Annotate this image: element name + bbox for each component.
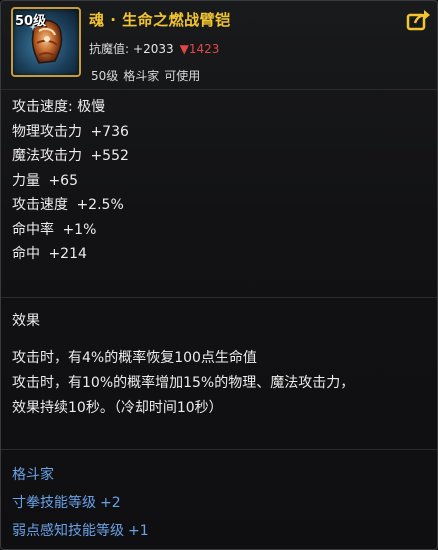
stat-row: 力量 +65: [12, 169, 129, 194]
tooltip-header: 50级 魂 · 生命之燃战臂铠 抗魔值: +2033 ▼1423 50级 格斗家…: [1, 1, 437, 89]
divider: [1, 449, 437, 450]
resist-delta: ▼1423: [179, 42, 220, 56]
stat-row: 命中率 +1%: [12, 218, 129, 243]
stat-label: 力量: [12, 172, 40, 189]
resist-row: 抗魔值: +2033 ▼1423: [89, 40, 219, 57]
stat-label: 物理攻击力: [12, 123, 82, 140]
divider: [1, 297, 437, 298]
stat-label: 命中率: [12, 221, 54, 238]
stat-value: 极慢: [77, 99, 106, 115]
resist-label: 抗魔值:: [89, 42, 130, 56]
stat-label: 攻击速度: [12, 197, 68, 213]
skill-class-title: 格斗家: [12, 467, 54, 483]
effects-title: 效果: [12, 313, 40, 329]
share-button[interactable]: [405, 9, 431, 33]
effect-line: 攻击时，有4%的概率恢复100点生命值: [12, 350, 257, 366]
divider: [1, 89, 437, 90]
skills-list: 格斗家 寸拳技能等级 +2 弱点感知技能等级 +1: [12, 461, 149, 545]
stats-list: 攻击速度: 极慢 物理攻击力 +736 魔法攻击力 +552 力量 +65 攻击…: [12, 95, 129, 267]
effects-list: 攻击时，有4%的概率恢复100点生命值 攻击时，有10%的概率增加15%的物理、…: [12, 346, 432, 421]
item-title: 魂 · 生命之燃战臂铠: [89, 11, 231, 29]
stat-row: 魔法攻击力 +552: [12, 144, 129, 169]
share-icon: [406, 10, 430, 31]
stat-row: 命中 +214: [12, 242, 129, 267]
item-tooltip: 50级 魂 · 生命之燃战臂铠 抗魔值: +2033 ▼1423 50级 格斗家…: [0, 0, 438, 550]
usable-status: 可使用: [164, 69, 201, 83]
stat-value: +214: [48, 246, 87, 262]
effect-line: 攻击时，有10%的概率增加15%的物理、魔法攻击力，: [12, 375, 355, 391]
required-level: 50级: [91, 69, 119, 83]
skill-line: 弱点感知技能等级 +1: [12, 517, 149, 545]
sparkle-icon: [29, 23, 37, 31]
stat-row: 攻击速度: 极慢: [12, 95, 129, 120]
skill-line: 寸拳技能等级 +2: [12, 489, 149, 517]
skill-value: +1: [128, 523, 149, 539]
stat-value: +65: [48, 172, 78, 189]
skill-label: 弱点感知技能等级: [12, 523, 124, 539]
stat-value: +552: [90, 148, 129, 164]
resist-value: +2033: [133, 42, 174, 56]
stat-label: 魔法攻击力: [12, 148, 82, 164]
stat-value: +1%: [62, 221, 97, 238]
stat-value: +2.5%: [76, 197, 124, 213]
skill-label: 寸拳技能等级: [12, 495, 96, 511]
stat-row: 攻击速度 +2.5%: [12, 193, 129, 218]
effect-line: 效果持续10秒。（冷却时间10秒）: [12, 400, 223, 416]
stat-label: 命中: [12, 246, 40, 262]
stat-label: 攻击速度:: [12, 99, 73, 115]
stat-row: 物理攻击力 +736: [12, 120, 129, 145]
skill-value: +2: [100, 495, 121, 511]
required-class: 格斗家: [123, 69, 160, 83]
item-icon-frame: 50级: [11, 7, 81, 77]
stat-value: +736: [90, 123, 129, 140]
requirement-row: 50级 格斗家 可使用: [91, 67, 205, 84]
